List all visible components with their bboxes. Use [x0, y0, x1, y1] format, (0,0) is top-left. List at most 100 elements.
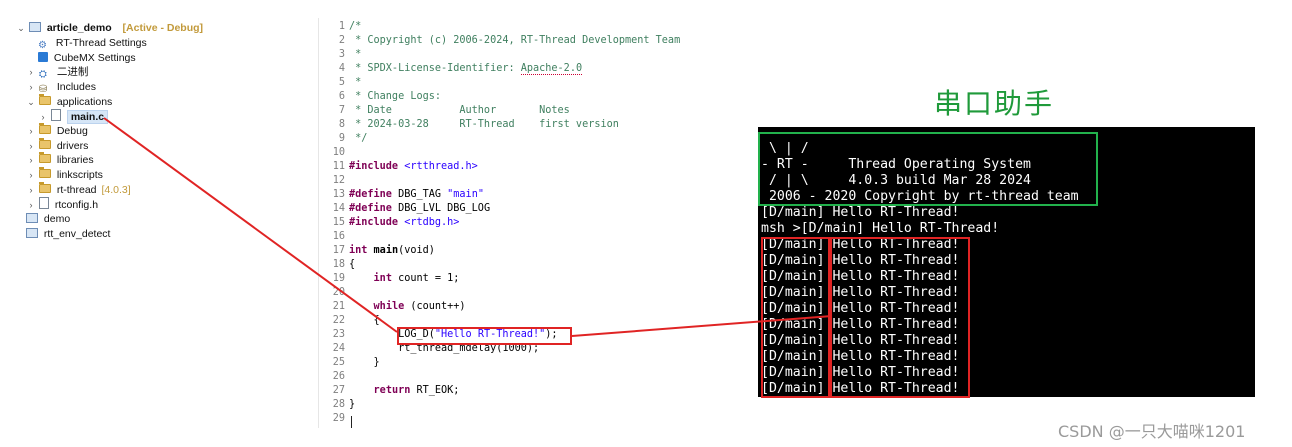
code-text: */ [349, 133, 368, 144]
code-text: * Date Author Notes [349, 105, 570, 116]
c-file-icon [50, 109, 61, 121]
output-line: [D/main] Hello RT-Thread! [761, 205, 960, 220]
code-text: int [373, 273, 399, 284]
cubemx-icon [38, 52, 48, 62]
code-line: 7 * Date Author Notes [319, 104, 570, 118]
code-text: <rtthread.h> [404, 161, 478, 172]
line-number: 3 [338, 49, 345, 60]
tree-item-label: applications [56, 96, 113, 108]
tree-item-applications[interactable]: ⌄ applications [26, 94, 113, 109]
tree-item-cubemx-settings[interactable]: CubeMX Settings [38, 51, 136, 65]
line-number: 11 [332, 161, 345, 172]
chevron-right-icon[interactable]: › [26, 198, 36, 212]
line-number: 5 [338, 77, 345, 88]
chevron-right-icon[interactable]: › [26, 153, 36, 167]
code-text: count = 1; [398, 273, 460, 284]
line-number: 2 [338, 35, 345, 46]
output-line: msh >[D/main] Hello RT-Thread! [761, 221, 1000, 236]
line-number: 24 [332, 343, 345, 354]
tree-item-includes[interactable]: › ⛁ Includes [26, 80, 96, 95]
code-line: 8 * 2024-03-28 RT-Thread first version [319, 118, 619, 132]
tree-project-article-demo[interactable]: ⌄ article_demo [Active - Debug] [16, 21, 203, 35]
project-icon [26, 228, 38, 238]
tree-item-linkscripts[interactable]: › linkscripts [26, 167, 103, 182]
log-tag-highlight-box [761, 237, 830, 398]
code-line: 22 { [319, 314, 380, 328]
binary-icon: ⛭ [38, 69, 47, 80]
tree-item-label: Debug [56, 125, 88, 137]
code-text: (count++) [410, 301, 466, 312]
line-number: 1 [338, 21, 345, 32]
chevron-right-icon[interactable]: › [26, 139, 36, 153]
serial-assistant-title: 串口助手 [934, 87, 1055, 120]
gear-icon: ⚙ [38, 40, 47, 51]
code-line: 6 * Change Logs: [319, 90, 441, 104]
code-text: <rtdbg.h> [404, 217, 460, 228]
line-number: 28 [332, 399, 345, 410]
tree-item-binaries[interactable]: › ⛭ 二进制 [26, 65, 89, 80]
project-name: article_demo [46, 22, 112, 34]
tree-item-main-c[interactable]: › main.c [38, 109, 109, 124]
h-file-icon [38, 197, 49, 209]
code-text: (void) [398, 245, 435, 256]
tree-item-label: drivers [56, 140, 89, 152]
line-number: 25 [332, 357, 345, 368]
tree-item-libraries[interactable]: › libraries [26, 152, 94, 167]
chevron-right-icon[interactable]: › [26, 168, 36, 182]
tree-item-drivers[interactable]: › drivers [26, 138, 89, 153]
tree-project-rtt-env-detect[interactable]: rtt_env_detect [26, 227, 110, 241]
banner-line: \ | / [761, 141, 809, 156]
line-number: 21 [332, 301, 345, 312]
code-line: 28} [319, 398, 355, 412]
code-line: 14 #define DBG_LVL DBG_LOG [319, 202, 490, 216]
tree-item-label: RT-Thread Settings [55, 37, 147, 49]
tree-item-label: main.c [66, 110, 109, 124]
code-line: 15 #include <rtdbg.h> [319, 216, 460, 230]
code-line: 26 [319, 370, 349, 384]
code-line: 13 #define DBG_TAG "main" [319, 188, 484, 202]
code-text: * SPDX-License-Identifier: [349, 63, 521, 74]
code-text: * [349, 49, 362, 60]
code-line: 27 return RT_EOK; [319, 384, 460, 398]
code-text: * Copyright (c) 2006-2024, RT-Thread Dev… [349, 35, 681, 46]
code-line: 29 [319, 412, 349, 426]
line-number: 15 [332, 217, 345, 228]
tree-item-label: linkscripts [56, 169, 103, 181]
project-explorer: ⌄ article_demo [Active - Debug] ⚙ RT-Thr… [0, 0, 300, 447]
code-text: DBG_LVL DBG_LOG [398, 203, 491, 214]
tree-item-rt-thread[interactable]: › rt-thread [4.0.3] [26, 182, 131, 197]
line-number: 7 [338, 105, 345, 116]
code-line: 17 int main(void) [319, 244, 435, 258]
tree-item-label: libraries [56, 154, 94, 166]
code-text: RT_EOK; [416, 385, 460, 396]
chevron-right-icon[interactable]: › [26, 80, 36, 94]
tree-item-rt-thread-settings[interactable]: ⚙ RT-Thread Settings [38, 36, 147, 51]
folder-icon [38, 167, 51, 178]
code-text: * [349, 77, 362, 88]
tree-item-label: rtconfig.h [54, 199, 99, 211]
tree-project-demo[interactable]: demo [26, 212, 70, 226]
chevron-right-icon[interactable]: › [38, 110, 48, 124]
chevron-right-icon[interactable]: › [26, 183, 36, 197]
chevron-right-icon[interactable]: › [26, 65, 36, 79]
code-line: 10 [319, 146, 349, 160]
chevron-right-icon[interactable]: › [26, 124, 36, 138]
code-line: 1 /* [319, 20, 361, 34]
code-text: * 2024-03-28 RT-Thread first version [349, 119, 619, 130]
code-editor[interactable]: 1 /* 2 * Copyright (c) 2006-2024, RT-Thre… [318, 18, 699, 428]
code-line: 9 */ [319, 132, 368, 146]
code-line: 25 } [319, 356, 380, 370]
expand-chevron-icon[interactable]: ⌄ [26, 95, 36, 109]
code-text: #define [349, 189, 399, 200]
expand-chevron-icon[interactable]: ⌄ [16, 21, 26, 35]
code-line: 11 #include <rtthread.h> [319, 160, 478, 174]
line-number: 16 [332, 231, 345, 242]
project-active-tag: [Active - Debug] [122, 22, 204, 34]
code-line: 18 { [319, 258, 355, 272]
line-number: 6 [338, 91, 345, 102]
code-text: * Change Logs: [349, 91, 442, 102]
line-number: 20 [332, 287, 345, 298]
code-text: } [349, 399, 356, 410]
tree-item-rtconfig-h[interactable]: › rtconfig.h [26, 197, 98, 211]
tree-item-debug[interactable]: › Debug [26, 123, 88, 138]
